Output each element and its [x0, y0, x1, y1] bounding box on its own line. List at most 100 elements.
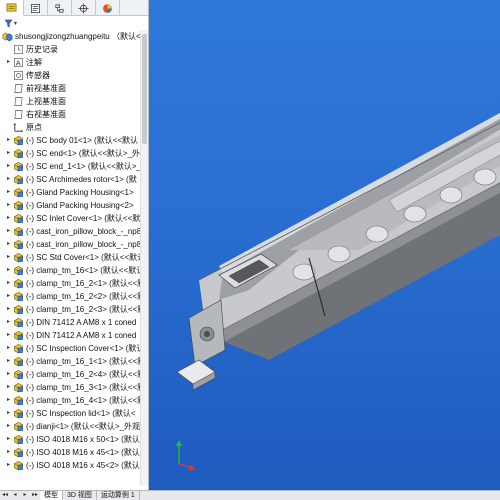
plane-icon: [13, 96, 26, 107]
graphics-viewport[interactable]: [149, 0, 500, 490]
tab-dimxpert-manager[interactable]: [72, 0, 96, 16]
tree-item[interactable]: ▸ (-) DIN 71412 A AM8 x 1 coned: [0, 316, 148, 329]
tree-item-label: (-) SC Inspection lid<1> (默认<: [26, 409, 136, 418]
part-icon: [13, 148, 26, 159]
tree-item[interactable]: ▸ (-) clamp_tm_16_2<4> (默认<<默: [0, 368, 148, 381]
nav-last-icon[interactable]: ▸▸: [30, 491, 40, 500]
expand-arrow-icon[interactable]: ▸: [4, 316, 13, 329]
annotation-icon: A: [13, 57, 26, 68]
tree-item[interactable]: ▸ (-) ISO 4018 M16 x 45<1> (默认: [0, 446, 148, 459]
tree-item-label: 上视基准面: [26, 97, 66, 106]
expand-arrow-icon[interactable]: ▸: [4, 238, 13, 251]
tree-item-label: 右视基准面: [26, 110, 66, 119]
plane-icon: [13, 109, 26, 120]
tab-feature-manager[interactable]: [0, 0, 24, 16]
tree-item[interactable]: ▸ (-) SC end_1<1> (默认<<默认>_: [0, 160, 148, 173]
tree-item-label: (-) ISO 4018 M16 x 45<1> (默认: [26, 448, 140, 457]
expand-arrow-icon[interactable]: ▸: [4, 420, 13, 433]
tree-item[interactable]: ▸ (-) SC end<1> (默认<<默认>_外: [0, 147, 148, 160]
tab-display-manager[interactable]: [96, 0, 120, 16]
expand-arrow-icon[interactable]: ▸: [4, 303, 13, 316]
expand-arrow-icon[interactable]: ▸: [4, 381, 13, 394]
expand-arrow-icon[interactable]: ▸: [4, 277, 13, 290]
tree-item[interactable]: 原点: [0, 121, 148, 134]
expand-arrow-icon[interactable]: ▸: [4, 407, 13, 420]
tree-item[interactable]: ▸ (-) clamp_tm_16_2<3> (默认<<默: [0, 303, 148, 316]
expand-arrow-icon[interactable]: ▸: [4, 368, 13, 381]
tree-item[interactable]: ▸ (-) clamp_tm_16_2<1> (默认<<默: [0, 277, 148, 290]
tab-3d-view[interactable]: 3D 视图: [63, 491, 97, 500]
scrollbar-thumb[interactable]: [142, 34, 147, 144]
tree-item[interactable]: ▸ (-) ISO 4018 M16 x 50<1> (默认: [0, 433, 148, 446]
tree-item[interactable]: 上视基准面: [0, 95, 148, 108]
tree-item-label: (-) Gland Packing Housing<1>: [26, 188, 134, 197]
tree-item[interactable]: ▸ (-) SC Std Cover<1> (默认<<默认: [0, 251, 148, 264]
tree-item[interactable]: 右视基准面: [0, 108, 148, 121]
tree-item[interactable]: ▸ (-) Gland Packing Housing<1>: [0, 186, 148, 199]
tree-item-label: (-) ISO 4018 M16 x 50<1> (默认: [26, 435, 140, 444]
tab-property-manager[interactable]: [24, 0, 48, 16]
expand-arrow-icon[interactable]: ▸: [4, 446, 13, 459]
tree-item[interactable]: ▸ (-) clamp_tm_16_4<1> (默认<<默: [0, 394, 148, 407]
tree-item[interactable]: ▸ (-) SC Inspection Cover<1> (默认: [0, 342, 148, 355]
tree-item[interactable]: ▸ (-) SC Archimedes rotor<1> (默: [0, 173, 148, 186]
tree-item[interactable]: ▸ (-) cast_iron_pillow_block_-_np8: [0, 225, 148, 238]
expand-arrow-icon[interactable]: ▸: [4, 225, 13, 238]
tree-item[interactable]: ▸ (-) Gland Packing Housing<2>: [0, 199, 148, 212]
expand-arrow-icon[interactable]: ▸: [4, 173, 13, 186]
expand-arrow-icon[interactable]: ▸: [4, 134, 13, 147]
tree-item[interactable]: ▸ (-) SC Inlet Cover<1> (默认<<默: [0, 212, 148, 225]
expand-arrow-icon[interactable]: ▸: [4, 394, 13, 407]
tab-motion-study[interactable]: 运动算例 1: [97, 491, 140, 500]
expand-arrow-icon[interactable]: ▸: [4, 355, 13, 368]
tree-item[interactable]: ▸ (-) clamp_tm_16_2<2> (默认<<默: [0, 290, 148, 303]
expand-arrow-icon[interactable]: ▸: [4, 56, 13, 69]
expand-arrow-icon[interactable]: ▸: [4, 251, 13, 264]
axis-triad: [169, 440, 196, 473]
expand-arrow-icon[interactable]: ▸: [4, 264, 13, 277]
nav-prev-icon[interactable]: ◂: [10, 491, 20, 500]
tree-item[interactable]: 传感器: [0, 69, 148, 82]
expand-arrow-icon[interactable]: ▸: [4, 160, 13, 173]
part-icon: [13, 434, 26, 445]
expand-arrow-icon[interactable]: ▸: [4, 329, 13, 342]
tree-item[interactable]: ▸ (-) SC body 01<1> (默认<<默认: [0, 134, 148, 147]
tree-item-label: (-) SC body 01<1> (默认<<默认: [26, 136, 139, 145]
tree-item[interactable]: 前视基准面: [0, 82, 148, 95]
panel-scrollbar[interactable]: [140, 30, 148, 485]
tree-root-assembly[interactable]: shusongjizongzhuangpeitu （默认<<默认: [0, 30, 148, 43]
tree-item[interactable]: ▸ (-) clamp_tm_16_1<1> (默认<<默: [0, 355, 148, 368]
tree-item[interactable]: ▸ (-) ISO 4018 M16 x 45<2> (默认: [0, 459, 148, 472]
tab-configuration-manager[interactable]: [48, 0, 72, 16]
tree-item[interactable]: 历史记录: [0, 43, 148, 56]
tree-item-label: (-) dianji<1> (默认<<默认>_外观: [26, 422, 141, 431]
bottom-tab-bar: ◂◂ ◂ ▸ ▸▸ 模型 3D 视图 运动算例 1: [0, 490, 500, 500]
crosshair-icon: [78, 2, 89, 14]
tree-item-label: 原点: [26, 123, 42, 132]
tree-item-label: 历史记录: [26, 45, 58, 54]
tree-item[interactable]: ▸ (-) SC Inspection lid<1> (默认<: [0, 407, 148, 420]
tree-item-label: 注解: [26, 58, 42, 67]
tree-item[interactable]: ▸ (-) dianji<1> (默认<<默认>_外观: [0, 420, 148, 433]
tree-item-label: (-) clamp_tm_16_1<1> (默认<<默: [26, 357, 146, 366]
expand-arrow-icon[interactable]: ▸: [4, 186, 13, 199]
part-icon: [13, 226, 26, 237]
expand-arrow-icon[interactable]: ▸: [4, 433, 13, 446]
expand-arrow-icon[interactable]: ▸: [4, 459, 13, 472]
nav-first-icon[interactable]: ◂◂: [0, 491, 10, 500]
tree-item[interactable]: ▸ (-) clamp_tm_16_3<1> (默认<<默: [0, 381, 148, 394]
expand-arrow-icon[interactable]: ▸: [4, 212, 13, 225]
tree-item[interactable]: ▸ (-) clamp_tm_16<1> (默认<<默认: [0, 264, 148, 277]
expand-arrow-icon[interactable]: ▸: [4, 199, 13, 212]
tree-filter[interactable]: ▾: [0, 16, 148, 30]
tab-model[interactable]: 模型: [40, 491, 63, 500]
part-icon: [13, 369, 26, 380]
nav-next-icon[interactable]: ▸: [20, 491, 30, 500]
tree-item[interactable]: ▸ (-) cast_iron_pillow_block_-_np8: [0, 238, 148, 251]
tree-item-label: (-) SC Archimedes rotor<1> (默: [26, 175, 137, 184]
tree-item[interactable]: ▸ (-) DIN 71412 A AM8 x 1 coned: [0, 329, 148, 342]
expand-arrow-icon[interactable]: ▸: [4, 290, 13, 303]
expand-arrow-icon[interactable]: ▸: [4, 342, 13, 355]
expand-arrow-icon[interactable]: ▸: [4, 147, 13, 160]
tree-item[interactable]: ▸ A 注解: [0, 56, 148, 69]
